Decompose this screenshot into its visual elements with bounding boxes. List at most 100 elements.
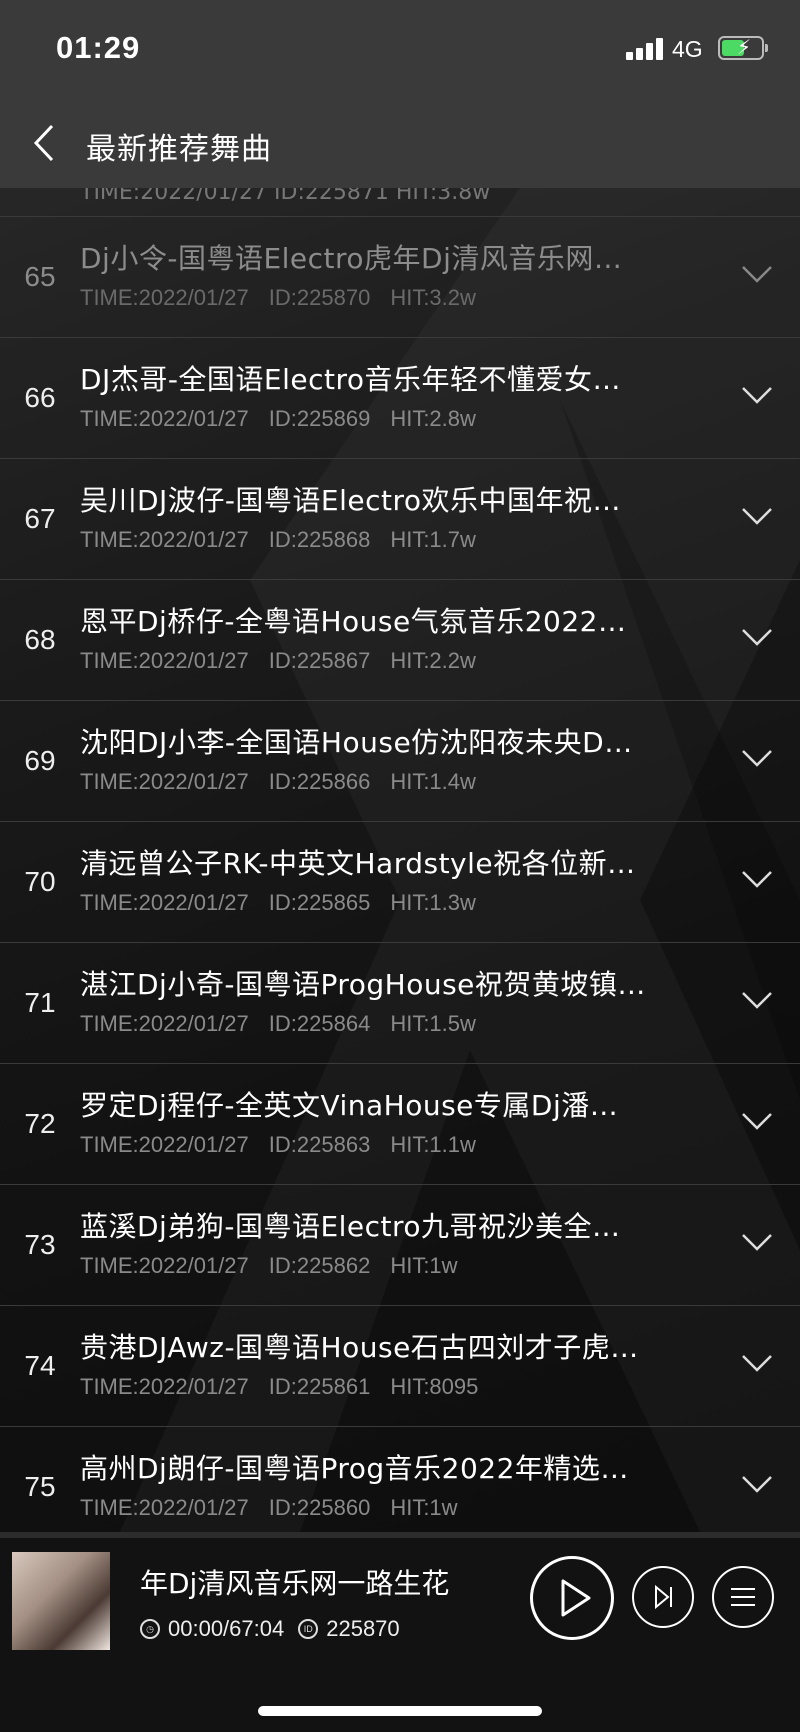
home-indicator: [258, 1706, 542, 1716]
song-meta: TIME:2022/01/27 ID:225862 HIT:1w: [80, 1253, 478, 1279]
expand-chevron-icon[interactable]: [740, 626, 774, 648]
song-title[interactable]: 罗定Dj程仔-全英文VinaHouse专属Dj潘…: [80, 1084, 700, 1124]
expand-chevron-icon[interactable]: [740, 868, 774, 890]
song-meta: TIME:2022/01/27 ID:225860 HIT:1w: [80, 1495, 478, 1521]
expand-chevron-icon[interactable]: [740, 1352, 774, 1374]
song-title[interactable]: 蓝溪Dj弟狗-国粤语Electro九哥祝沙美全…: [80, 1205, 700, 1245]
partial-row-meta: TIME:2022/01/27 ID:225871 HIT:3.8w: [80, 188, 491, 205]
player-track-title: 年Dj清风音乐网一路生花: [140, 1567, 450, 1600]
song-id: ID:225866: [268, 769, 371, 794]
song-title[interactable]: 贵港DJAwz-国粤语House石古四刘才子虎…: [80, 1326, 700, 1366]
expand-chevron-icon[interactable]: [740, 747, 774, 769]
expand-chevron-icon[interactable]: [740, 384, 774, 406]
page-title: 最新推荐舞曲: [86, 132, 272, 167]
expand-chevron-icon[interactable]: [740, 1231, 774, 1253]
song-time: TIME:2022/01/27: [80, 1011, 249, 1036]
song-id: ID:225867: [268, 648, 371, 673]
play-button[interactable]: [530, 1556, 614, 1640]
song-meta: TIME:2022/01/27 ID:225864 HIT:1.5w: [80, 1011, 496, 1037]
song-hits: HIT:1.1w: [390, 1132, 476, 1157]
song-row[interactable]: 67 吴川DJ波仔-国粤语Electro欢乐中国年祝… TIME:2022/01/2…: [0, 458, 800, 579]
album-cover[interactable]: [12, 1552, 110, 1650]
top-bar: 01:29 4G ⚡ 最新推荐舞曲: [0, 0, 800, 188]
song-row[interactable]: 74 贵港DJAwz-国粤语House石古四刘才子虎… TIME:2022/01/2…: [0, 1305, 800, 1426]
song-rank: 73: [24, 1229, 56, 1260]
song-id: ID:225869: [268, 406, 371, 431]
song-title[interactable]: 清远曾公子RK-中英文Hardstyle祝各位新…: [80, 842, 700, 882]
song-time: TIME:2022/01/27: [80, 1374, 249, 1399]
song-row[interactable]: 69 沈阳DJ小李-全国语House仿沈阳夜未央D… TIME:2022/01/27…: [0, 700, 800, 821]
song-row[interactable]: 68 恩平Dj桥仔-全粤语House气氛音乐2022… TIME:2022/01/2…: [0, 579, 800, 700]
song-meta: TIME:2022/01/27 ID:225866 HIT:1.4w: [80, 769, 496, 795]
song-rank: 67: [24, 503, 56, 534]
song-row[interactable]: 75 高州Dj朗仔-国粤语Prog音乐2022年精选… TIME:2022/01/2…: [0, 1426, 800, 1532]
song-row[interactable]: 70 清远曾公子RK-中英文Hardstyle祝各位新… TIME:2022/01/…: [0, 821, 800, 942]
song-meta: TIME:2022/01/27 ID:225869 HIT:2.8w: [80, 406, 496, 432]
song-meta: TIME:2022/01/27 ID:225870 HIT:3.2w: [80, 285, 496, 311]
song-title[interactable]: Dj小令-国粤语Electro虎年Dj清风音乐网…: [80, 237, 700, 277]
song-id: ID:225865: [268, 890, 371, 915]
song-hits: HIT:1.5w: [390, 1011, 476, 1036]
song-title[interactable]: 高州Dj朗仔-国粤语Prog音乐2022年精选…: [80, 1447, 700, 1487]
battery-icon: ⚡: [718, 35, 768, 60]
song-row[interactable]: 73 蓝溪Dj弟狗-国粤语Electro九哥祝沙美全… TIME:2022/01/2…: [0, 1184, 800, 1305]
playlist-button[interactable]: [712, 1566, 774, 1628]
song-title[interactable]: 湛江Dj小奇-国粤语ProgHouse祝贺黄坡镇…: [80, 963, 700, 1003]
back-chevron-icon[interactable]: [30, 118, 66, 168]
play-icon: [561, 1579, 591, 1617]
song-hits: HIT:1.7w: [390, 527, 476, 552]
mini-player[interactable]: 年Dj清风音乐网一路生花 ◷ 00:00/67:04 ID 225870: [0, 1532, 800, 1732]
song-id: ID:225870: [268, 285, 371, 310]
song-hits: HIT:8095: [390, 1374, 479, 1399]
song-rank: 75: [24, 1471, 56, 1502]
signal-icon: [626, 38, 664, 60]
id-icon: ID: [298, 1619, 319, 1639]
song-id: ID:225864: [268, 1011, 371, 1036]
song-title[interactable]: 恩平Dj桥仔-全粤语House气氛音乐2022…: [80, 600, 700, 640]
expand-chevron-icon[interactable]: [740, 989, 774, 1011]
network-type: 4G: [672, 36, 703, 62]
song-row[interactable]: 65 Dj小令-国粤语Electro虎年Dj清风音乐网… TIME:2022/01/…: [0, 216, 800, 337]
song-time: TIME:2022/01/27: [80, 1495, 249, 1520]
song-time: TIME:2022/01/27: [80, 1253, 249, 1278]
song-row[interactable]: 66 DJ杰哥-全国语Electro音乐年轻不懂爱女… TIME:2022/01/2…: [0, 337, 800, 458]
song-time: TIME:2022/01/27: [80, 769, 249, 794]
expand-chevron-icon[interactable]: [740, 263, 774, 285]
next-track-button[interactable]: [632, 1566, 694, 1628]
song-rank: 68: [24, 624, 56, 655]
song-meta: TIME:2022/01/27 ID:225863 HIT:1.1w: [80, 1132, 496, 1158]
song-rank: 72: [24, 1108, 56, 1139]
song-time: TIME:2022/01/27: [80, 527, 249, 552]
song-time: TIME:2022/01/27: [80, 648, 249, 673]
song-row[interactable]: 71 湛江Dj小奇-国粤语ProgHouse祝贺黄坡镇… TIME:2022/01/…: [0, 942, 800, 1063]
song-hits: HIT:3.2w: [390, 285, 476, 310]
song-hits: HIT:2.8w: [390, 406, 476, 431]
player-duration: 00:00/67:04: [168, 1616, 285, 1641]
song-rank: 74: [24, 1350, 56, 1381]
song-hits: HIT:1w: [390, 1495, 458, 1520]
song-title[interactable]: 吴川DJ波仔-国粤语Electro欢乐中国年祝…: [80, 479, 700, 519]
song-time: TIME:2022/01/27: [80, 406, 249, 431]
song-time: TIME:2022/01/27: [80, 890, 249, 915]
song-title[interactable]: DJ杰哥-全国语Electro音乐年轻不懂爱女…: [80, 358, 700, 398]
expand-chevron-icon[interactable]: [740, 1473, 774, 1495]
song-id: ID:225862: [268, 1253, 371, 1278]
song-rank: 66: [24, 382, 56, 413]
song-rank: 70: [24, 866, 56, 897]
song-row[interactable]: 72 罗定Dj程仔-全英文VinaHouse专属Dj潘… TIME:2022/01/…: [0, 1063, 800, 1184]
song-rank: 65: [24, 261, 56, 292]
song-hits: HIT:2.2w: [390, 648, 476, 673]
song-title[interactable]: 沈阳DJ小李-全国语House仿沈阳夜未央D…: [80, 721, 700, 761]
expand-chevron-icon[interactable]: [740, 1110, 774, 1132]
song-rank: 69: [24, 745, 56, 776]
song-id: ID:225861: [268, 1374, 371, 1399]
next-track-icon: [655, 1584, 672, 1610]
clock-icon: ◷: [140, 1619, 160, 1639]
song-hits: HIT:1.3w: [390, 890, 476, 915]
song-meta: TIME:2022/01/27 ID:225861 HIT:8095: [80, 1374, 498, 1400]
expand-chevron-icon[interactable]: [740, 505, 774, 527]
song-time: TIME:2022/01/27: [80, 285, 249, 310]
player-meta: ◷ 00:00/67:04 ID 225870: [140, 1616, 400, 1642]
song-hits: HIT:1w: [390, 1253, 458, 1278]
song-id: ID:225863: [268, 1132, 371, 1157]
